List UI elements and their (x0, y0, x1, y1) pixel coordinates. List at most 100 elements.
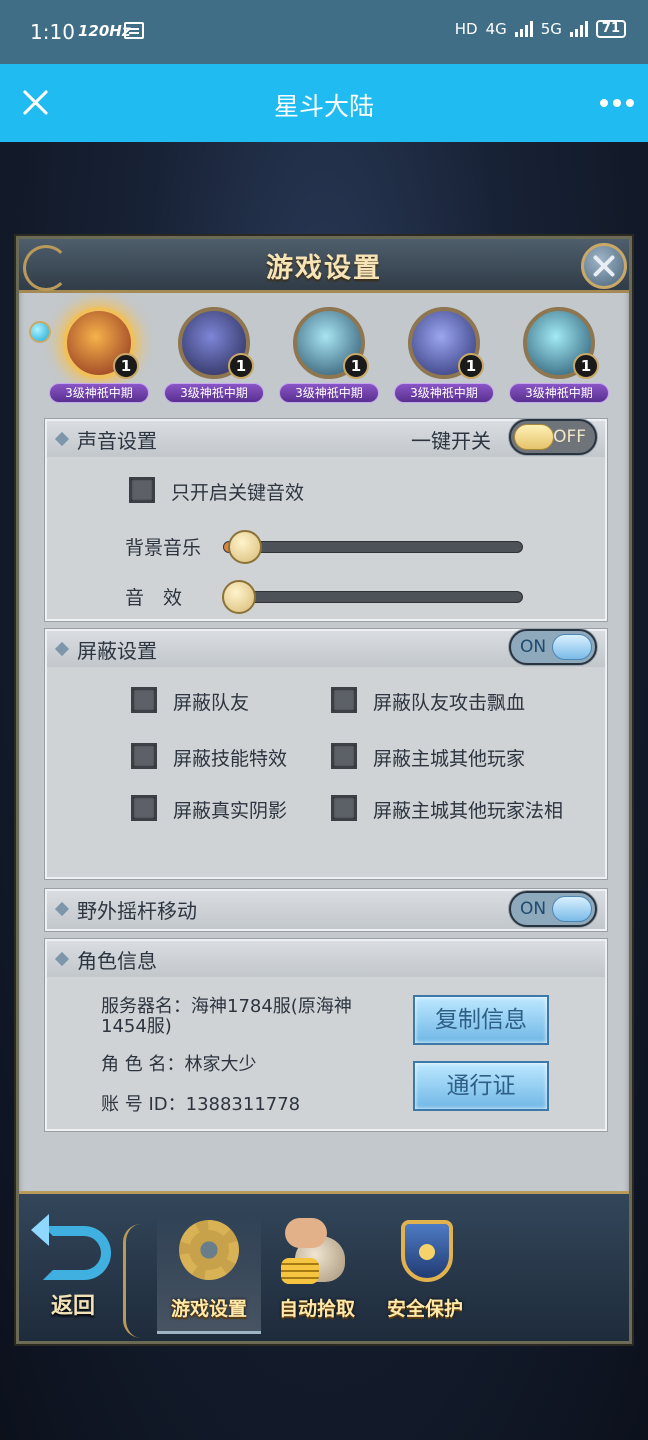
role-info-section: 角色信息 服务器名：海神1784服(原海神 1454服) 角 色 名：林家大少 … (45, 939, 607, 1131)
sound-settings-section: 声音设置 一键开关 OFF 只开启关键音效 背景音乐 音 效 (45, 419, 607, 621)
joystick-section: 野外摇杆移动 ON (45, 889, 607, 931)
status-bar: 1:10 120Hz HD 4G 5G 71 (0, 0, 648, 64)
toggle-state: ON (520, 899, 547, 919)
sfx-slider-knob[interactable] (221, 580, 256, 614)
section-header: 角色信息 (47, 941, 605, 977)
avatar-level-label: 3级神祇中期 (49, 383, 149, 403)
section-title: 角色信息 (77, 949, 157, 973)
gear-icon (173, 1214, 245, 1286)
diamond-icon (54, 901, 70, 917)
nav-auto-loot[interactable]: 自动拾取 (265, 1214, 369, 1334)
nav-security[interactable]: 安全保护 (373, 1214, 477, 1334)
back-label: 返回 (51, 1294, 96, 1319)
server-name-line-2: 1454服) (101, 1016, 172, 1037)
avatar-count-badge: 1 (113, 353, 139, 379)
shield-teammates-checkbox[interactable] (131, 687, 157, 713)
passport-button[interactable]: 通行证 (413, 1061, 549, 1111)
avatar-count-badge: 1 (228, 353, 254, 379)
avatar-slot-1[interactable]: 1 3级神祇中期 (49, 305, 149, 409)
diamond-icon (54, 641, 70, 657)
nav-game-settings[interactable]: 游戏设置 (157, 1214, 261, 1334)
role-name-line: 角 色 名：林家大少 (101, 1054, 257, 1075)
avatar-level-label: 3级神祇中期 (279, 383, 379, 403)
toggle-state: OFF (553, 427, 586, 447)
master-sound-toggle[interactable]: OFF (509, 419, 597, 455)
nav-label: 游戏设置 (170, 1298, 247, 1320)
toggle-knob (552, 634, 592, 660)
settings-panel: 游戏设置 1 3级神祇中期 1 3级神祇中期 1 3级神祇中期 1 3级神祇中期… (16, 236, 632, 1344)
diamond-icon (54, 431, 70, 447)
toggle-knob (514, 424, 554, 450)
master-switch-label: 一键开关 (411, 429, 491, 453)
network-type: HD (454, 20, 478, 38)
section-header: 野外摇杆移动 ON (47, 891, 605, 929)
avatar-slot-3[interactable]: 1 3级神祇中期 (279, 305, 379, 409)
avatar-count-badge: 1 (343, 353, 369, 379)
gem-pendant-icon (29, 321, 51, 343)
signal-4g-label: 4G (485, 20, 507, 38)
panel-header: 游戏设置 (19, 239, 629, 293)
bgm-slider-knob[interactable] (227, 530, 262, 564)
more-dots-icon[interactable] (600, 99, 634, 107)
loot-bag-icon (281, 1214, 353, 1286)
avatar-level-label: 3级神祇中期 (509, 383, 609, 403)
app-title: 星斗大陆 (273, 92, 374, 121)
copy-info-button[interactable]: 复制信息 (413, 995, 549, 1045)
shield-option-label: 屏蔽队友攻击飘血 (373, 692, 526, 714)
shield-option-label: 屏蔽真实阴影 (173, 800, 288, 822)
app-bar: 星斗大陆 (0, 64, 648, 142)
panel-close-button[interactable] (581, 243, 627, 289)
bgm-slider[interactable] (223, 530, 523, 564)
toggle-knob (552, 896, 592, 922)
shield-city-players-avatar-checkbox[interactable] (331, 795, 357, 821)
shield-skill-effects-checkbox[interactable] (131, 743, 157, 769)
status-time: 1:10 (30, 20, 75, 44)
refresh-rate: 120Hz (78, 22, 131, 40)
nav-label: 自动拾取 (278, 1298, 355, 1320)
shield-city-players-checkbox[interactable] (331, 743, 357, 769)
status-right: HD 4G 5G 71 (455, 20, 626, 38)
signal-5g-label: 5G (540, 20, 562, 38)
section-title: 声音设置 (77, 429, 157, 453)
bottom-nav: 返回 游戏设置 自动拾取 安全保护 (19, 1191, 629, 1341)
battery-icon: 71 (595, 20, 626, 38)
nav-label: 安全保护 (386, 1298, 463, 1320)
panel-title: 游戏设置 (266, 253, 382, 284)
shield-lock-icon (389, 1214, 461, 1286)
shield-option-label: 屏蔽主城其他玩家 (373, 748, 526, 770)
avatar-count-badge: 1 (458, 353, 484, 379)
bgm-label: 背景音乐 (125, 537, 202, 559)
shield-teammate-damage-checkbox[interactable] (331, 687, 357, 713)
avatar-slot-5[interactable]: 1 3级神祇中期 (509, 305, 609, 409)
message-icon (124, 22, 144, 39)
section-header: 屏蔽设置 ON (47, 629, 605, 667)
key-sound-label: 只开启关键音效 (171, 482, 305, 504)
section-header: 声音设置 一键开关 OFF (47, 419, 605, 457)
section-title: 屏蔽设置 (77, 639, 157, 663)
avatar-count-badge: 1 (573, 353, 599, 379)
toggle-state: ON (520, 637, 547, 657)
avatar-row: 1 3级神祇中期 1 3级神祇中期 1 3级神祇中期 1 3级神祇中期 1 3级… (49, 305, 609, 409)
sfx-label: 音 效 (125, 587, 183, 609)
section-title: 野外摇杆移动 (77, 899, 197, 923)
shield-toggle[interactable]: ON (509, 629, 597, 665)
account-id-line: 账 号 ID：1388311778 (101, 1094, 301, 1115)
server-name-line: 服务器名：海神1784服(原海神 (101, 996, 352, 1017)
avatar-slot-4[interactable]: 1 3级神祇中期 (394, 305, 494, 409)
shield-option-label: 屏蔽主城其他玩家法相 (373, 800, 564, 822)
shield-option-label: 屏蔽技能特效 (173, 748, 288, 770)
key-sound-checkbox[interactable] (129, 477, 155, 503)
shield-shadows-checkbox[interactable] (131, 795, 157, 821)
sfx-slider[interactable] (221, 580, 523, 614)
diamond-icon (54, 951, 70, 967)
divider (123, 1224, 141, 1338)
avatar-level-label: 3级神祇中期 (164, 383, 264, 403)
signal-icon (514, 21, 533, 37)
shield-settings-section: 屏蔽设置 ON 屏蔽队友 屏蔽队友攻击飘血 屏蔽技能特效 屏蔽主城其他玩家 屏蔽… (45, 629, 607, 879)
avatar-slot-2[interactable]: 1 3级神祇中期 (164, 305, 264, 409)
signal-icon-2 (569, 21, 588, 37)
avatar-level-label: 3级神祇中期 (394, 383, 494, 403)
back-button[interactable]: 返回 (29, 1214, 129, 1328)
joystick-toggle[interactable]: ON (509, 891, 597, 927)
back-arrow-icon (31, 1214, 111, 1280)
